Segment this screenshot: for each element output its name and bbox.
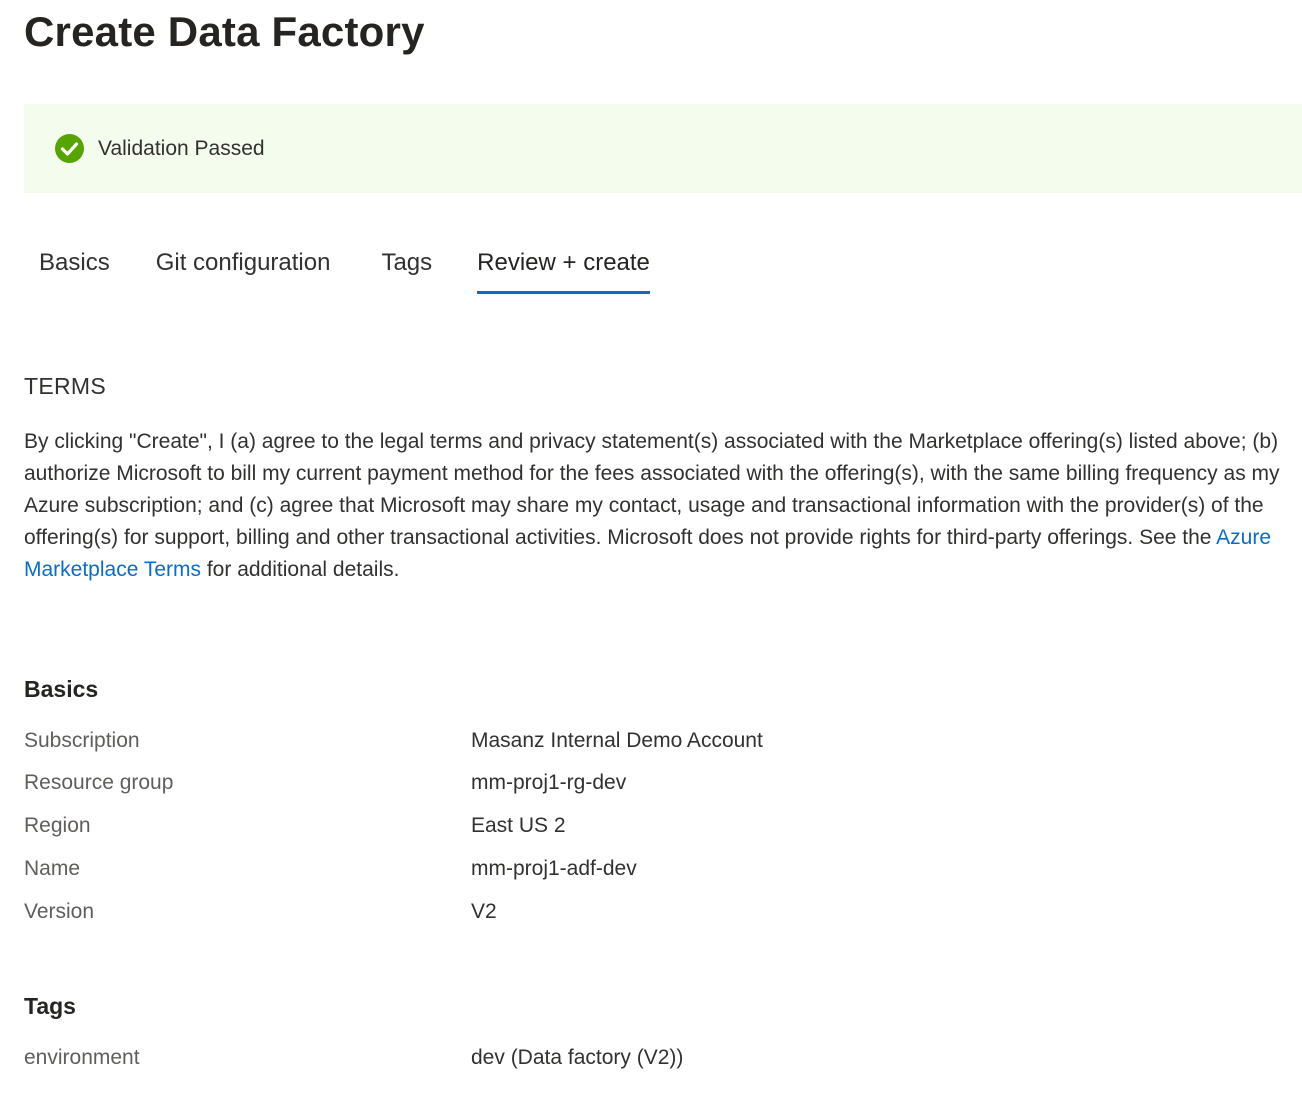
terms-text: By clicking "Create", I (a) agree to the… bbox=[24, 426, 1289, 586]
summary-value: East US 2 bbox=[471, 814, 566, 837]
summary-row-region: Region East US 2 bbox=[24, 814, 1224, 844]
summary-label: environment bbox=[24, 1046, 140, 1069]
summary-value: V2 bbox=[471, 900, 497, 923]
tab-git-configuration[interactable]: Git configuration bbox=[156, 244, 331, 294]
terms-body-text-end: for additional details. bbox=[201, 558, 400, 581]
summary-row-resource-group: Resource group mm-proj1-rg-dev bbox=[24, 771, 1224, 801]
page-title: Create Data Factory bbox=[24, 8, 425, 55]
summary-value: dev (Data factory (V2)) bbox=[471, 1046, 684, 1069]
tab-bar: Basics Git configuration Tags Review + c… bbox=[24, 244, 650, 296]
tab-review-create[interactable]: Review + create bbox=[477, 244, 650, 294]
summary-label: Version bbox=[24, 900, 95, 923]
validation-banner: Validation Passed bbox=[24, 104, 1302, 193]
tab-tags[interactable]: Tags bbox=[381, 244, 432, 294]
summary-label: Region bbox=[24, 814, 91, 837]
summary-label: Resource group bbox=[24, 771, 174, 794]
terms-heading: TERMS bbox=[24, 373, 106, 399]
check-circle-icon bbox=[55, 134, 84, 163]
summary-value: mm-proj1-rg-dev bbox=[471, 771, 627, 794]
validation-status-text: Validation Passed bbox=[98, 136, 265, 160]
terms-body-text: By clicking "Create", I (a) agree to the… bbox=[24, 430, 1280, 549]
summary-value: mm-proj1-adf-dev bbox=[471, 857, 637, 880]
tags-section-heading: Tags bbox=[24, 993, 76, 1019]
summary-label: Name bbox=[24, 857, 81, 880]
tab-basics[interactable]: Basics bbox=[39, 244, 110, 294]
summary-row-tag-environment: environment dev (Data factory (V2)) bbox=[24, 1046, 1224, 1076]
summary-row-version: Version V2 bbox=[24, 900, 1224, 930]
summary-value: Masanz Internal Demo Account bbox=[471, 729, 763, 752]
basics-section-heading: Basics bbox=[24, 676, 99, 702]
summary-row-subscription: Subscription Masanz Internal Demo Accoun… bbox=[24, 729, 1224, 759]
summary-row-name: Name mm-proj1-adf-dev bbox=[24, 857, 1224, 887]
summary-label: Subscription bbox=[24, 729, 140, 752]
